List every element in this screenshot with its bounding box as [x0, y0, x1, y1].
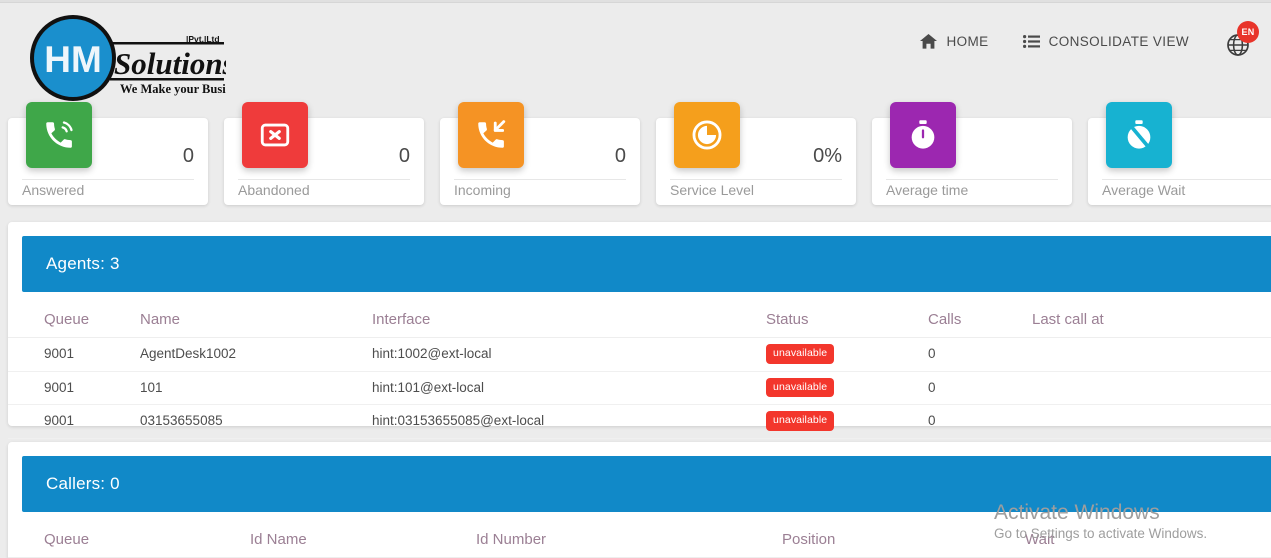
home-icon [920, 33, 938, 49]
stat-card-abandoned-value: 0 [398, 145, 410, 167]
agents-panel: Agents: 3 Queue Name Interface Status Ca… [8, 222, 1271, 439]
agent-queue: 9001 [8, 337, 140, 372]
agent-last-call [1032, 337, 1271, 372]
callers-panel: Callers: 0 Queue Id Name Id Number Posit… [8, 442, 1271, 558]
status-badge: unavailable [766, 411, 835, 431]
pie-chart-icon [674, 102, 740, 168]
stat-card-incoming-label: Incoming [454, 182, 511, 198]
callers-banner-title: Callers: 0 [46, 474, 120, 493]
stat-card-abandoned-label: Abandoned [238, 182, 310, 198]
agents-column-name[interactable]: Name [140, 306, 372, 338]
top-border [0, 0, 1271, 3]
agents-banner-title: Agents: 3 [46, 254, 120, 273]
stat-card-average-time-label: Average time [886, 182, 969, 198]
stat-card-incoming[interactable]: 0 Incoming [440, 102, 640, 205]
stopwatch-off-icon [1106, 102, 1172, 168]
status-badge: unavailable [766, 377, 835, 397]
svg-text:Solutions: Solutions [114, 46, 226, 81]
table-row[interactable]: 9001 101 hint:101@ext-local unavailable … [8, 371, 1271, 405]
divider [454, 179, 626, 180]
agent-name: AgentDesk1002 [140, 337, 372, 372]
agent-queue: 9001 [8, 404, 140, 439]
language-badge: EN [1237, 21, 1259, 43]
nav-item-home-label: HOME [946, 33, 989, 49]
agent-calls: 0 [928, 371, 1032, 405]
agents-column-status[interactable]: Status [766, 306, 928, 338]
agent-status: unavailable [766, 371, 928, 405]
callers-column-position[interactable]: Position [782, 526, 1025, 558]
callers-column-id-name[interactable]: Id Name [250, 526, 476, 558]
stat-card-answered-label: Answered [22, 182, 85, 198]
svg-text:HM: HM [44, 39, 102, 80]
stat-card-incoming-value: 0 [614, 145, 626, 167]
stat-card-abandoned[interactable]: 0 Abandoned [224, 102, 424, 205]
agent-queue: 9001 [8, 371, 140, 405]
divider [886, 179, 1058, 180]
header-nav: HOME CONSOLIDATE VIEW EN [920, 21, 1271, 58]
stat-card-average-time[interactable]: Average time [872, 102, 1072, 205]
agent-last-call [1032, 371, 1271, 405]
agent-interface: hint:03153655085@ext-local [372, 404, 766, 439]
stat-card-service-level-label: Service Level [670, 182, 755, 198]
callers-column-queue[interactable]: Queue [8, 526, 250, 558]
table-row[interactable]: 9001 03153655085 hint:03153655085@ext-lo… [8, 404, 1271, 439]
company-logo[interactable]: HM Solutions |Pvt.|Ltd We Make your Busi… [26, 12, 226, 104]
stat-card-average-wait[interactable]: Average Wait [1088, 102, 1271, 205]
agent-name: 03153655085 [140, 404, 372, 439]
nav-item-consolidate-view-label: CONSOLIDATE VIEW [1048, 33, 1189, 49]
agents-table-header-row: Queue Name Interface Status Calls Last c… [8, 306, 1271, 338]
callers-column-wait[interactable]: Wait [1025, 526, 1271, 558]
agent-interface: hint:1002@ext-local [372, 337, 766, 372]
abandoned-call-icon [242, 102, 308, 168]
agent-calls: 0 [928, 404, 1032, 439]
agent-name: 101 [140, 371, 372, 405]
list-icon [1022, 34, 1040, 48]
agents-table: Queue Name Interface Status Calls Last c… [8, 306, 1271, 439]
callers-table-header-row: Queue Id Name Id Number Position Wait [8, 526, 1271, 558]
agents-column-queue[interactable]: Queue [8, 306, 140, 338]
callers-banner: Callers: 0 [22, 456, 1271, 512]
divider [22, 179, 194, 180]
agent-interface: hint:101@ext-local [372, 371, 766, 405]
status-badge: unavailable [766, 344, 835, 364]
nav-item-home[interactable]: HOME [920, 33, 989, 49]
agents-column-interface[interactable]: Interface [372, 306, 766, 338]
stat-card-answered-value: 0 [182, 145, 194, 167]
divider [670, 179, 842, 180]
table-row[interactable]: 9001 AgentDesk1002 hint:1002@ext-local u… [8, 337, 1271, 372]
svg-text:|Pvt.|Ltd: |Pvt.|Ltd [186, 34, 220, 44]
svg-text:We Make your Business Easy: We Make your Business Easy [120, 82, 226, 96]
divider [1102, 179, 1271, 180]
divider [238, 179, 410, 180]
callers-column-id-number[interactable]: Id Number [476, 526, 782, 558]
stopwatch-icon [890, 102, 956, 168]
phone-answered-icon [26, 102, 92, 168]
stat-cards: 0 Answered 0 Abandoned 0 Incoming 0% Ser… [8, 102, 1271, 210]
agents-column-last-call[interactable]: Last call at [1032, 306, 1271, 338]
stat-card-service-level-value: 0% [813, 145, 842, 167]
agent-status: unavailable [766, 404, 928, 439]
page-header: HM Solutions |Pvt.|Ltd We Make your Busi… [0, 4, 1271, 108]
incoming-call-icon [458, 102, 524, 168]
nav-item-consolidate-view[interactable]: CONSOLIDATE VIEW [1022, 33, 1189, 49]
stat-card-answered[interactable]: 0 Answered [8, 102, 208, 205]
stat-card-service-level[interactable]: 0% Service Level [656, 102, 856, 205]
agent-calls: 0 [928, 337, 1032, 372]
agents-banner: Agents: 3 [22, 236, 1271, 292]
agents-column-calls[interactable]: Calls [928, 306, 1032, 338]
language-selector[interactable]: EN [1223, 21, 1259, 58]
stat-card-average-wait-label: Average Wait [1102, 182, 1186, 198]
callers-table: Queue Id Name Id Number Position Wait [8, 526, 1271, 558]
agent-status: unavailable [766, 337, 928, 372]
agent-last-call [1032, 404, 1271, 439]
